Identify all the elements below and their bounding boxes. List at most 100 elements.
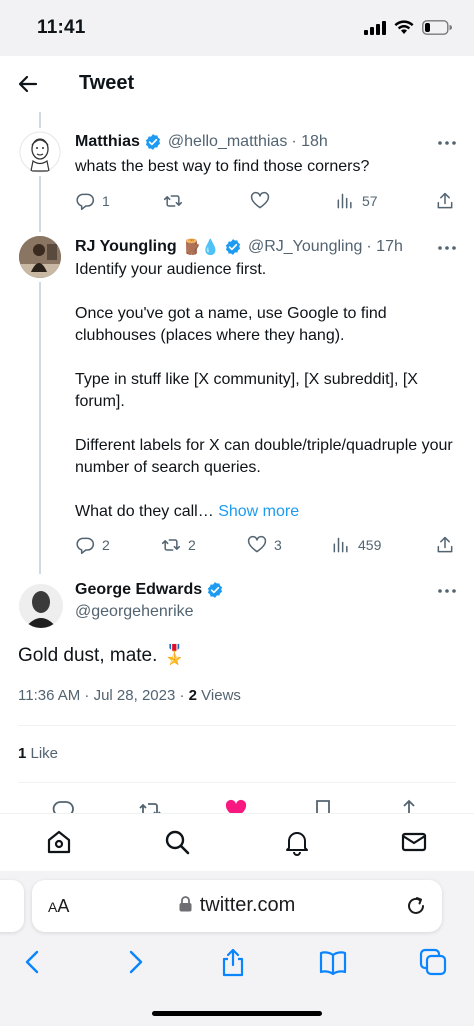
views-label: Views	[197, 687, 241, 704]
reply-icon	[76, 193, 95, 211]
like-button[interactable]: 3	[247, 534, 282, 556]
reload-icon[interactable]	[404, 894, 428, 918]
verified-badge-icon	[225, 239, 241, 255]
thread-line	[39, 176, 41, 232]
bookmark-icon[interactable]	[311, 798, 335, 814]
sketch-portrait-icon	[19, 131, 61, 173]
avatar[interactable]	[19, 584, 63, 628]
retweet-icon	[161, 539, 181, 551]
heart-icon	[250, 191, 270, 209]
author-handle[interactable]: @georgehenrike	[75, 603, 194, 621]
retweet-icon	[163, 195, 183, 207]
page-title: Tweet	[79, 72, 135, 94]
reply-icon	[76, 537, 95, 555]
thread-line	[39, 112, 41, 128]
reply-button[interactable]: 1	[75, 190, 110, 212]
more-options-icon[interactable]	[436, 238, 458, 258]
browser-share-icon[interactable]	[218, 947, 248, 977]
tweet-header: Tweet	[0, 56, 474, 112]
views-chart-icon	[337, 193, 352, 209]
author-handle[interactable]: @hello_matthias	[168, 133, 287, 151]
share-icon[interactable]	[397, 798, 421, 814]
verified-badge-icon	[208, 582, 223, 598]
bottom-tab-bar	[0, 813, 474, 871]
likes-summary[interactable]: 1 Like	[18, 745, 58, 762]
author-name[interactable]: Matthias	[75, 133, 140, 151]
previous-tab-preview[interactable]	[0, 880, 24, 932]
tweet-author-handle-row: @georgehenrike	[75, 603, 194, 621]
notifications-bell-icon[interactable]	[283, 828, 311, 856]
status-bar: 11:41	[0, 0, 474, 56]
tweet-text: whats the best way to find those corners…	[75, 158, 370, 175]
main-tweet-text: Gold dust, mate. 🎖️	[18, 645, 187, 666]
show-more-link[interactable]: Show more	[218, 503, 299, 520]
retweet-icon[interactable]	[138, 798, 162, 814]
divider	[18, 782, 456, 783]
tweet-timestamp: 11:36 AM · Jul 28, 2023 ·	[18, 687, 189, 704]
share-button[interactable]	[435, 190, 455, 212]
divider	[18, 725, 456, 726]
tweet-meta: 11:36 AM · Jul 28, 2023 · 2 Views	[18, 687, 241, 704]
views-chart-icon	[333, 537, 348, 553]
bookmarks-book-icon[interactable]	[318, 947, 348, 977]
likes-label: Like	[26, 745, 59, 762]
view-count: 57	[362, 193, 378, 209]
main-tweet-action-bar	[0, 796, 474, 814]
like-button[interactable]	[250, 190, 270, 212]
author-handle[interactable]: @RJ_Youngling	[248, 238, 362, 256]
verified-badge-icon	[145, 134, 160, 150]
heart-icon	[247, 535, 267, 553]
author-name[interactable]: RJ Youngling	[75, 238, 177, 256]
more-options-icon[interactable]	[436, 581, 458, 601]
lock-icon	[179, 896, 192, 912]
reply-icon[interactable]	[51, 798, 75, 814]
tweet-time: · 18h	[291, 133, 328, 150]
home-icon[interactable]	[45, 828, 73, 856]
status-time: 11:41	[37, 17, 86, 38]
share-button[interactable]	[435, 534, 455, 556]
address-bar[interactable]: AA twitter.com	[32, 880, 442, 932]
view-count: 459	[358, 537, 382, 553]
back-arrow-icon[interactable]	[16, 72, 40, 96]
thread-line	[39, 282, 41, 574]
cellular-signal-icon	[364, 20, 386, 35]
share-icon	[437, 536, 453, 553]
name-emoji: 🪵💧	[182, 239, 220, 256]
messages-envelope-icon[interactable]	[400, 828, 428, 856]
views-button[interactable]: 57	[335, 190, 378, 212]
tweet-author-row: RJ Youngling 🪵💧 @RJ_Youngling · 17h	[75, 238, 403, 256]
retweet-button[interactable]: 2	[161, 534, 196, 556]
avatar[interactable]	[19, 236, 61, 278]
reply-count: 2	[102, 537, 110, 553]
tabs-overview-icon[interactable]	[418, 947, 448, 977]
tweet-body: Identify your audience first. Once you'v…	[75, 261, 453, 520]
url-display[interactable]: twitter.com	[32, 894, 442, 917]
tweet-author-row: George Edwards	[75, 581, 230, 599]
browser-forward-icon[interactable]	[120, 947, 150, 977]
retweet-button[interactable]	[163, 190, 183, 212]
home-indicator	[152, 1011, 322, 1016]
tweet-action-bar: 1 57	[75, 190, 465, 212]
tweet-action-bar: 2 2 3 459	[75, 534, 465, 556]
views-button[interactable]: 459	[331, 534, 381, 556]
reply-count: 1	[102, 193, 110, 209]
views-count: 2	[188, 687, 197, 704]
retweet-count: 2	[188, 537, 196, 553]
search-icon[interactable]	[163, 828, 191, 856]
tweet-time: · 17h	[366, 238, 403, 255]
author-name[interactable]: George Edwards	[75, 581, 202, 599]
url-text: twitter.com	[199, 894, 296, 916]
status-icons	[364, 20, 452, 35]
photo-portrait-icon	[19, 584, 63, 628]
browser-back-icon[interactable]	[18, 947, 48, 977]
heart-filled-icon[interactable]	[224, 798, 248, 814]
battery-icon	[422, 20, 452, 35]
reply-button[interactable]: 2	[75, 534, 110, 556]
like-count: 3	[274, 537, 282, 553]
wifi-icon	[394, 20, 414, 34]
avatar[interactable]	[19, 131, 61, 173]
more-options-icon[interactable]	[436, 133, 458, 153]
tweet-text: Identify your audience first. Once you'v…	[75, 259, 455, 523]
browser-toolbar: AA twitter.com	[0, 871, 474, 1026]
tweet-author-row: Matthias @hello_matthias · 18h	[75, 133, 328, 151]
